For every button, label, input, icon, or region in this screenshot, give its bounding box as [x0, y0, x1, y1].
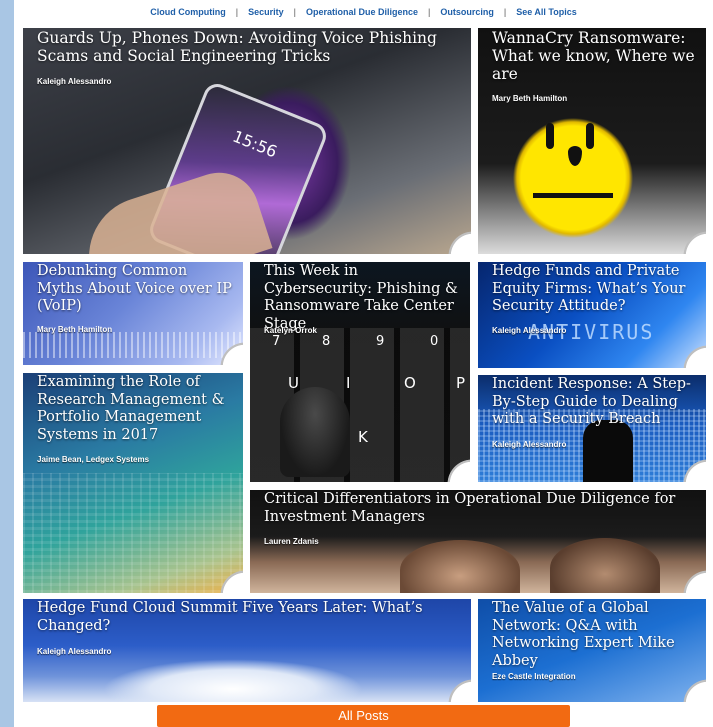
page-curl-icon: [682, 458, 706, 482]
post-title: Guards Up, Phones Down: Avoiding Voice P…: [37, 29, 437, 65]
page-curl-icon: [446, 458, 470, 482]
post-title: Hedge Fund Cloud Summit Five Years Later…: [37, 600, 423, 634]
post-tile-this-week-cybersecurity[interactable]: 7 8 9 0 U I O P K This Week in Cybersecu…: [250, 262, 470, 482]
nav-cloud-computing[interactable]: Cloud Computing: [140, 7, 235, 17]
key-label: I: [346, 374, 351, 392]
post-author: Eze Castle Integration: [492, 672, 576, 681]
key-label: 9: [376, 334, 385, 349]
post-author: Mary Beth Hamilton: [492, 94, 568, 103]
post-author: Mary Beth Hamilton: [37, 325, 113, 334]
phone-clock: 15:56: [229, 126, 280, 162]
post-tile-research-management[interactable]: Examining the Role of Research Managemen…: [23, 373, 243, 593]
key-label: 7: [272, 334, 281, 349]
post-tile-voip[interactable]: Debunking Common Myths About Voice over …: [23, 262, 243, 365]
page-curl-icon: [219, 569, 243, 593]
key-label: O: [404, 374, 416, 392]
post-title: Critical Differentiators in Operational …: [264, 491, 676, 525]
faces-image: [550, 538, 660, 593]
topic-nav: Cloud Computing | Security | Operational…: [14, 0, 713, 24]
all-posts-button[interactable]: All Posts: [157, 705, 570, 727]
post-title: Hedge Funds and Private Equity Firms: Wh…: [492, 263, 686, 314]
post-author: Kaleigh Alessandro: [37, 77, 112, 86]
post-title: The Value of a Global Network: Q&A with …: [492, 600, 675, 669]
post-tile-cloud-summit[interactable]: Hedge Fund Cloud Summit Five Years Later…: [23, 599, 471, 702]
page-curl-icon: [682, 569, 706, 593]
tear-icon: [568, 146, 582, 166]
page-curl-icon: [682, 230, 706, 254]
nav-operational-due-diligence[interactable]: Operational Due Diligence: [296, 7, 428, 17]
soundwave-image: [23, 332, 243, 358]
post-author: Kaleigh Alessandro: [37, 647, 112, 656]
smiley-mouth-icon: [533, 193, 613, 198]
post-title: Incident Response: A Step-By-Step Guide …: [492, 376, 691, 427]
key-label: K: [358, 428, 368, 446]
faces-image: [400, 540, 520, 593]
post-author: Katelyn Orrok: [264, 326, 317, 335]
post-title: Examining the Role of Research Managemen…: [37, 374, 225, 443]
key-label: 0: [430, 334, 439, 349]
hand-image: [280, 387, 350, 477]
page-curl-icon: [682, 344, 706, 368]
smiley-eye-icon: [546, 123, 554, 149]
post-tile-security-attitude[interactable]: ANTIVIRUS Hedge Funds and Private Equity…: [478, 262, 706, 368]
post-tile-operational-due-diligence[interactable]: Critical Differentiators in Operational …: [250, 490, 706, 593]
page-frame: Cloud Computing | Security | Operational…: [14, 0, 713, 727]
hand-silhouette-image: [583, 420, 633, 482]
nav-outsourcing[interactable]: Outsourcing: [430, 7, 504, 17]
post-title: WannaCry Ransomware: What we know, Where…: [492, 29, 695, 83]
nav-security[interactable]: Security: [238, 7, 294, 17]
post-author: Jaime Bean, Ledgex Systems: [37, 455, 150, 464]
post-author: Lauren Zdanis: [264, 537, 319, 546]
post-title: Debunking Common Myths About Voice over …: [37, 263, 232, 314]
nav-see-all-topics[interactable]: See All Topics: [506, 7, 587, 17]
data-graphic-image: [23, 473, 243, 593]
key-label: U: [288, 374, 299, 392]
smiley-eye-icon: [586, 123, 594, 149]
post-tile-wannacry[interactable]: WannaCry Ransomware: What we know, Where…: [478, 28, 706, 254]
page-curl-icon: [447, 678, 471, 702]
post-tile-incident-response[interactable]: Incident Response: A Step-By-Step Guide …: [478, 375, 706, 482]
post-title: This Week in Cybersecurity: Phishing & R…: [264, 263, 458, 332]
post-tile-voice-phishing[interactable]: 15:56 Guards Up, Phones Down: Avoiding V…: [23, 28, 471, 254]
page-curl-icon: [447, 230, 471, 254]
cloud-image: [103, 659, 363, 702]
post-tile-global-network[interactable]: The Value of a Global Network: Q&A with …: [478, 599, 706, 702]
key-label: 8: [322, 334, 331, 349]
key-label: P: [456, 374, 466, 392]
page-curl-icon: [219, 341, 243, 365]
page-curl-icon: [682, 678, 706, 702]
post-author: Kaleigh Alessandro: [492, 440, 567, 449]
post-author: Kaleigh Alessandro: [492, 326, 567, 335]
